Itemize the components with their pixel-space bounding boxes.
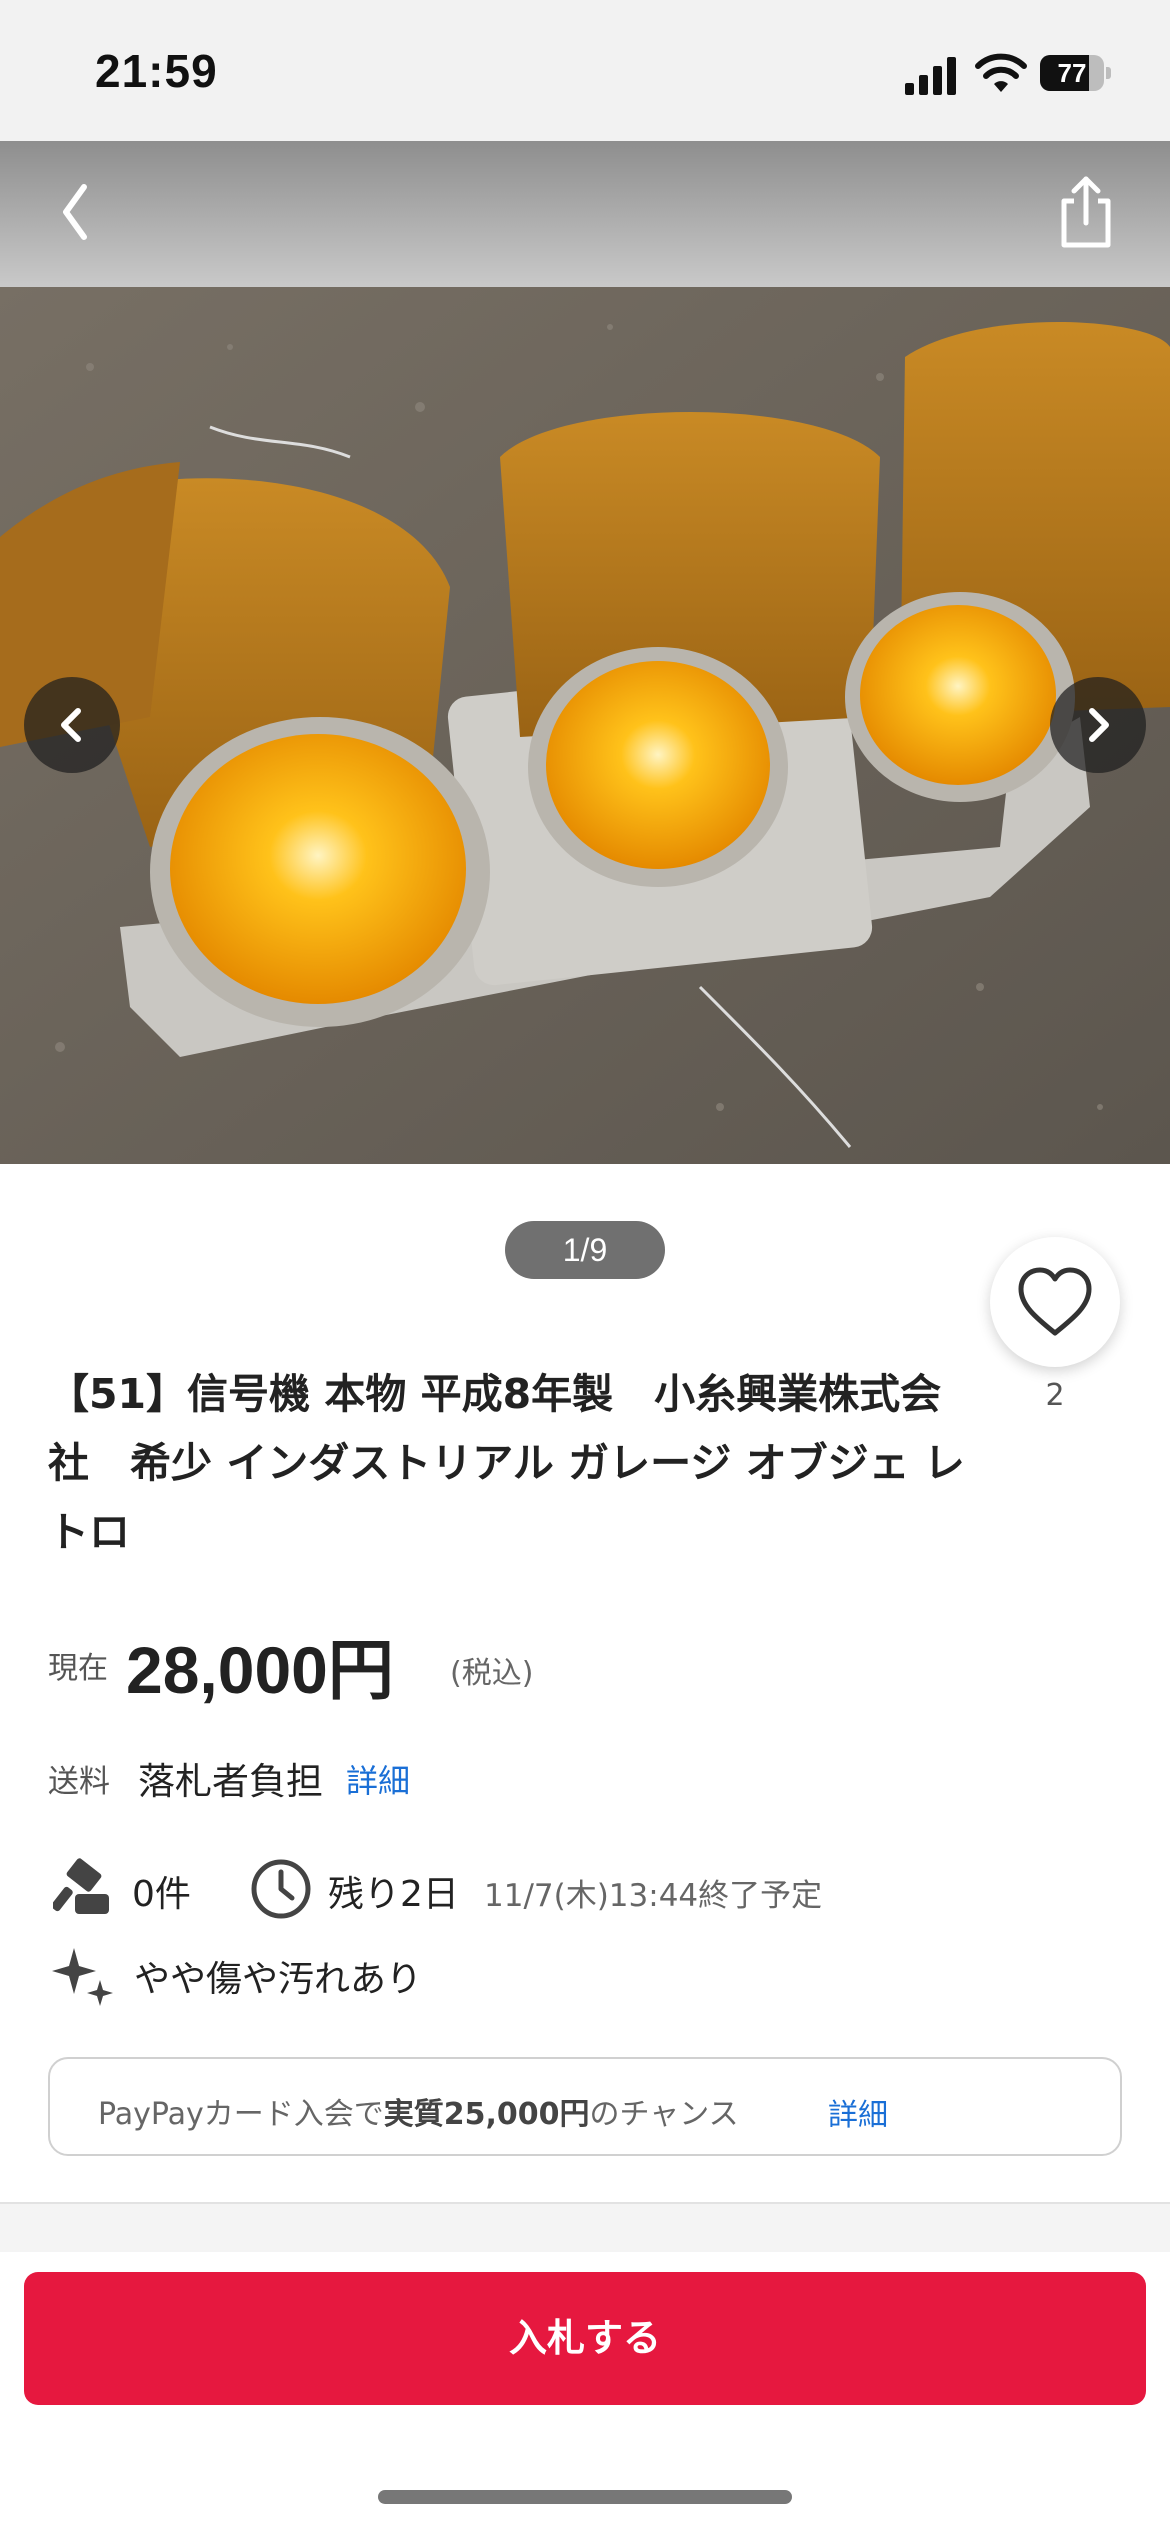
price-currency: 円 (327, 1632, 394, 1709)
chevron-right-icon (1089, 708, 1109, 742)
image-counter: 1/9 (505, 1221, 665, 1279)
place-bid-button[interactable]: 入札する (24, 2272, 1146, 2405)
favorite-count: 2 (1045, 1378, 1065, 1413)
shipping-label: 送料 (48, 1764, 110, 1800)
divider-band (0, 2204, 1170, 2252)
shipping-detail-link[interactable]: 詳細 (346, 1756, 410, 1802)
gavel-icon (53, 1858, 109, 1914)
share-button[interactable] (1050, 167, 1122, 257)
tax-note: (税込) (450, 1656, 534, 1691)
status-bar: 21:59 77 (0, 0, 1170, 141)
time-remaining: 残り2日 (328, 1874, 459, 1915)
paypay-card-banner[interactable]: PayPayカード入会で実質25,000円のチャンス 詳細 (48, 2057, 1122, 2156)
nav-header (0, 141, 1170, 287)
clock-icon (251, 1859, 311, 1919)
end-time: 11/7(木)13:44終了予定 (484, 1878, 823, 1914)
current-price: 28,000円 (126, 1617, 394, 1713)
battery-icon: 77 (1040, 55, 1112, 91)
battery-level: 77 (1057, 58, 1087, 88)
price-amount: 28,000 (126, 1633, 328, 1707)
next-image-button[interactable] (1050, 677, 1146, 773)
traffic-signal-photo (0, 287, 1170, 1164)
sparkle-icon (52, 1948, 113, 2006)
wifi-icon (975, 53, 1027, 92)
home-indicator (378, 2490, 792, 2504)
previous-image-button[interactable] (24, 677, 120, 773)
favorite-button[interactable] (990, 1237, 1120, 1367)
item-title: 【51】信号機 本物 平成8年製 小糸興業株式会社 希少 インダストリアル ガレ… (48, 1370, 965, 1556)
paypay-promo-text: PayPayカード入会で実質25,000円のチャンス (98, 2097, 739, 2132)
back-button[interactable] (50, 167, 120, 257)
price-label: 現在 (48, 1651, 108, 1686)
heart-icon (1018, 1267, 1092, 1336)
cellular-signal-icon (905, 57, 956, 95)
chevron-left-icon (61, 708, 81, 742)
product-image[interactable] (0, 287, 1170, 1164)
shipping-value: 落札者負担 (138, 1760, 323, 1803)
bid-count: 0件 (132, 1874, 191, 1915)
status-time: 21:59 (95, 45, 218, 97)
item-condition: やや傷や汚れあり (134, 1959, 423, 2000)
paypay-detail-link[interactable]: 詳細 (828, 2090, 888, 2134)
